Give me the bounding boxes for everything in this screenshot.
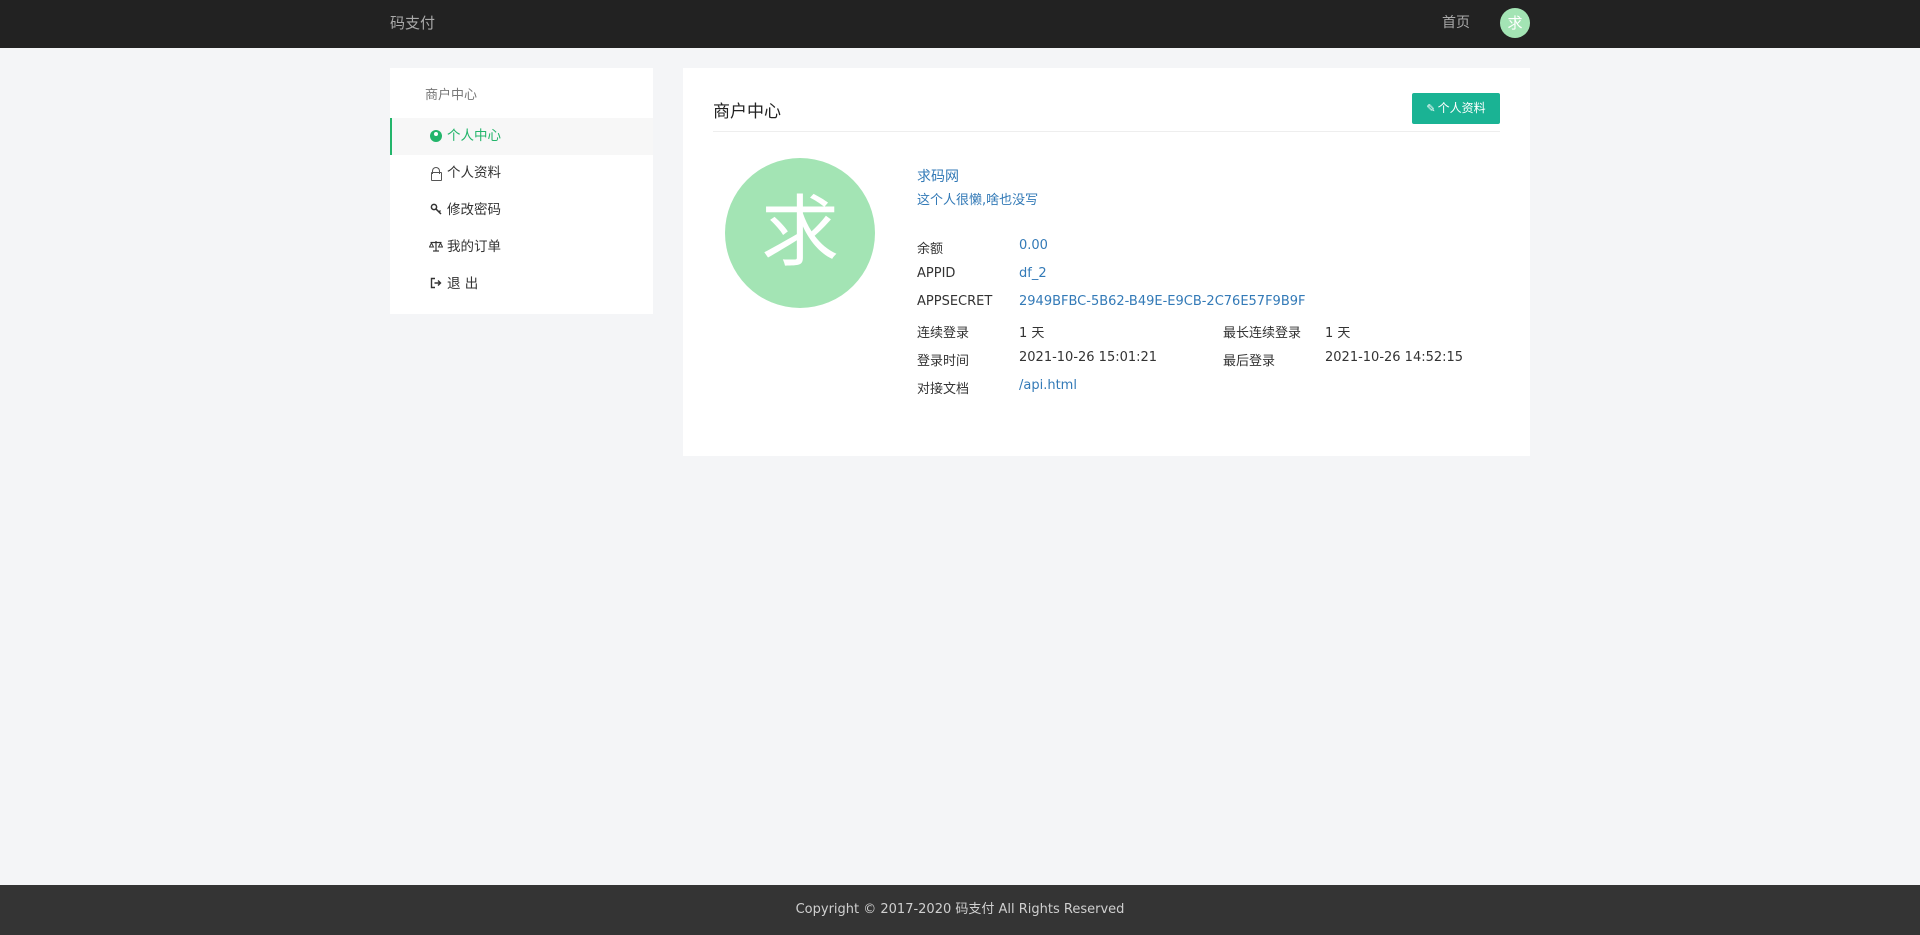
balance-value[interactable]: 0.00 xyxy=(1019,238,1048,253)
sidebar: 商户中心 个人中心 个人资料 修改密码 我的订单 退 出 xyxy=(390,68,653,314)
user-bio-link[interactable]: 这个人很懒,啥也没写 xyxy=(917,189,1038,208)
sidebar-item-logout[interactable]: 退 出 xyxy=(390,266,653,303)
appid-label: APPID xyxy=(917,266,956,281)
top-navbar: 码支付 首页 求 xyxy=(0,0,1920,48)
sidebar-item-change-password[interactable]: 修改密码 xyxy=(390,192,653,229)
edit-profile-button-label: 个人资料 xyxy=(1437,101,1486,115)
sidebar-item-my-orders[interactable]: 我的订单 xyxy=(390,229,653,266)
user-circle-icon xyxy=(429,129,442,143)
docs-link[interactable]: /api.html xyxy=(1019,378,1077,393)
title-divider xyxy=(713,131,1500,132)
brand-link[interactable]: 码支付 xyxy=(390,0,435,46)
login-time-label: 登录时间 xyxy=(917,354,970,369)
key-icon xyxy=(429,203,442,217)
pencil-icon: ✎ xyxy=(1426,102,1436,115)
edit-profile-button[interactable]: ✎ 个人资料 xyxy=(1412,93,1500,124)
user-avatar-button[interactable]: 求 xyxy=(1500,8,1530,38)
balance-scale-icon xyxy=(428,240,444,254)
sidebar-item-label: 个人中心 xyxy=(447,128,501,144)
main-panel: 商户中心 ✎ 个人资料 求 求码网 这个人很懒,啥也没写 余额 0.00 APPI… xyxy=(683,68,1530,456)
docs-label: 对接文档 xyxy=(917,382,970,397)
footer: Copyright © 2017-2020 码支付 All Rights Res… xyxy=(0,885,1920,935)
continuous-login-value: 1 天 xyxy=(1019,326,1045,341)
appsecret-value[interactable]: 2949BFBC-5B62-B49E-E9CB-2C76E57F9B9F xyxy=(1019,294,1306,309)
sidebar-item-label: 退 出 xyxy=(447,276,479,292)
sidebar-item-label: 个人资料 xyxy=(447,165,501,181)
copyright-text: Copyright © 2017-2020 码支付 All Rights Res… xyxy=(795,902,1125,917)
sidebar-item-profile[interactable]: 个人资料 xyxy=(390,155,653,192)
appid-value[interactable]: df_2 xyxy=(1019,266,1047,281)
nav-home-link[interactable]: 首页 xyxy=(1442,0,1470,46)
balance-label: 余额 xyxy=(917,242,944,257)
last-login-label: 最后登录 xyxy=(1223,354,1276,369)
sidebar-title: 商户中心 xyxy=(425,88,478,103)
sidebar-item-label: 修改密码 xyxy=(447,202,501,218)
page-title: 商户中心 xyxy=(713,102,781,122)
lock-icon xyxy=(429,166,442,181)
last-login-value: 2021-10-26 14:52:15 xyxy=(1325,350,1464,365)
user-name-link[interactable]: 求码网 xyxy=(917,166,959,186)
sidebar-item-personal-center[interactable]: 个人中心 xyxy=(390,118,653,155)
profile-avatar: 求 xyxy=(725,158,875,308)
longest-login-label: 最长连续登录 xyxy=(1223,326,1302,341)
continuous-login-label: 连续登录 xyxy=(917,326,970,341)
sign-out-icon xyxy=(429,277,442,291)
appsecret-label: APPSECRET xyxy=(917,294,993,309)
longest-login-value: 1 天 xyxy=(1325,326,1351,341)
sidebar-item-label: 我的订单 xyxy=(447,239,501,255)
login-time-value: 2021-10-26 15:01:21 xyxy=(1019,350,1158,365)
